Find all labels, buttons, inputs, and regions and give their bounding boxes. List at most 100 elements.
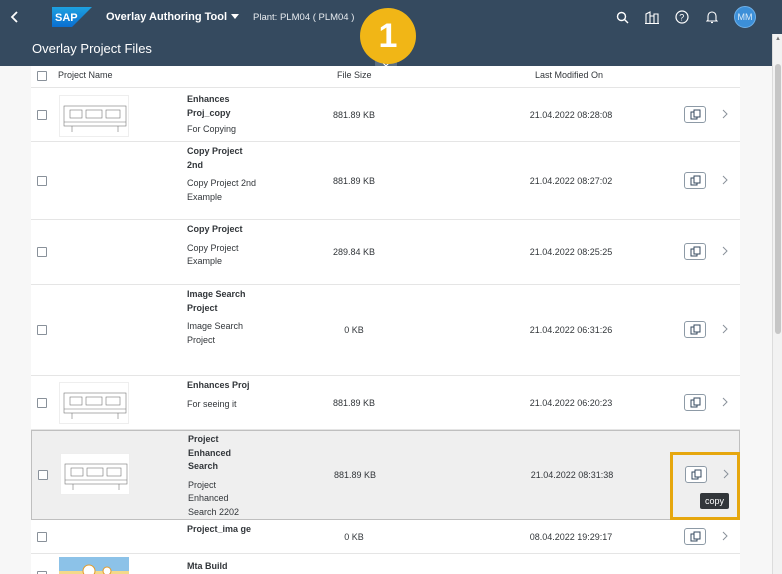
project-name-cell: Project Enhanced Search Project Enhanced…	[188, 433, 258, 519]
back-arrow-icon	[10, 11, 18, 23]
svg-text:?: ?	[679, 13, 684, 23]
last-modified: 21.04.2022 06:20:23	[529, 398, 613, 408]
chevron-right-icon[interactable]	[721, 108, 729, 120]
last-modified: 21.04.2022 08:28:08	[529, 110, 613, 120]
copy-icon	[690, 324, 700, 335]
project-name: Project_ima ge	[187, 524, 252, 534]
copy-icon	[690, 397, 700, 408]
project-name-cell: Image Search Project Image Search Projec…	[187, 288, 257, 347]
copy-button[interactable]	[684, 321, 706, 338]
project-description: Project Enhanced Search 2202	[188, 479, 240, 517]
project-name-cell: Enhances Proj For seeing it	[187, 379, 257, 411]
last-modified: 21.04.2022 06:31:26	[529, 325, 613, 335]
row-checkbox[interactable]	[37, 532, 47, 542]
column-header-name: Project Name	[58, 70, 113, 80]
project-name: Copy Project	[187, 224, 243, 234]
table-row[interactable]: Project Enhanced Search Project Enhanced…	[31, 430, 740, 520]
table-row[interactable]: Project_ima ge 0 KB 08.04.2022 19:29:17	[31, 520, 740, 554]
project-name: Enhances Proj	[187, 380, 250, 390]
copy-button[interactable]	[684, 528, 706, 545]
app-title: Overlay Authoring Tool	[106, 11, 228, 23]
back-button[interactable]	[0, 0, 30, 34]
last-modified: 08.04.2022 19:29:17	[529, 532, 613, 542]
chevron-right-icon[interactable]	[721, 245, 729, 257]
svg-text:SAP: SAP	[55, 12, 78, 24]
vertical-scrollbar[interactable]: ▲	[772, 34, 782, 574]
last-modified: 21.04.2022 08:31:38	[530, 470, 614, 480]
file-size: 289.84 KB	[332, 247, 376, 257]
project-description: Copy Project Example	[187, 242, 239, 267]
project-name: Copy Project 2nd	[187, 146, 243, 170]
chevron-right-icon[interactable]	[721, 530, 729, 542]
project-table: Project Name File Size Last Modified On …	[31, 66, 740, 574]
project-thumbnail	[60, 453, 130, 495]
copy-button[interactable]	[684, 243, 706, 260]
table-row[interactable]: Enhances Proj For seeing it 881.89 KB 21…	[31, 376, 740, 430]
row-checkbox[interactable]	[37, 110, 47, 120]
project-name-cell: Copy Project 2nd Copy Project 2nd Exampl…	[187, 145, 257, 204]
row-checkbox[interactable]	[37, 176, 47, 186]
chevron-right-icon[interactable]	[721, 174, 729, 186]
scroll-thumb[interactable]	[775, 64, 781, 334]
project-description: For Copying	[187, 124, 237, 134]
copy-button[interactable]	[684, 172, 706, 189]
last-modified: 21.04.2022 08:25:25	[529, 247, 613, 257]
bell-icon[interactable]	[704, 9, 720, 25]
scroll-up-icon[interactable]: ▲	[775, 36, 781, 42]
file-size: 881.89 KB	[333, 470, 377, 480]
app-title-menu[interactable]: Overlay Authoring Tool	[106, 11, 240, 23]
project-thumbnail	[59, 382, 129, 424]
row-checkbox[interactable]	[37, 398, 47, 408]
project-name: Mta Build	[187, 561, 228, 571]
copy-button[interactable]	[684, 106, 706, 123]
row-checkbox[interactable]	[37, 325, 47, 335]
column-header-size: File Size	[337, 70, 372, 80]
copy-button[interactable]	[684, 394, 706, 411]
table-row[interactable]: Enhances Proj_copy For Copying 881.89 KB…	[31, 88, 740, 142]
row-checkbox[interactable]	[38, 470, 48, 480]
project-description: For seeing it	[187, 398, 237, 409]
building-icon[interactable]	[644, 9, 660, 25]
column-header-modified: Last Modified On	[535, 70, 604, 80]
table-row[interactable]: Copy Project 2nd Copy Project 2nd Exampl…	[31, 142, 740, 220]
chevron-right-icon[interactable]	[721, 396, 729, 408]
project-name: Project Enhanced Search	[188, 434, 232, 471]
file-size: 881.89 KB	[332, 176, 376, 186]
search-icon[interactable]	[614, 9, 630, 25]
project-name-cell: Enhances Proj_copy For Copying	[187, 93, 257, 137]
project-thumbnail	[59, 95, 129, 137]
select-all-checkbox[interactable]	[37, 71, 47, 81]
copy-icon	[690, 246, 700, 257]
page-title: Overlay Project Files	[32, 41, 152, 56]
project-name-cell: Project_ima ge	[187, 523, 257, 537]
project-name-cell: Mta Build	[187, 560, 257, 574]
content-area: Project Name File Size Last Modified On …	[0, 66, 772, 574]
project-thumbnail	[59, 557, 129, 574]
copy-icon	[690, 531, 700, 542]
file-size: 881.89 KB	[332, 110, 376, 120]
row-checkbox[interactable]	[37, 247, 47, 257]
caret-down-icon	[231, 14, 240, 19]
plant-label: Plant: PLM04 ( PLM04 )	[253, 11, 355, 23]
help-icon[interactable]: ?	[674, 9, 690, 25]
chevron-right-icon[interactable]	[721, 323, 729, 335]
copy-icon	[690, 109, 700, 120]
project-name: Enhances Proj_copy	[187, 94, 231, 118]
highlight-frame	[670, 452, 740, 520]
file-size: 0 KB	[344, 532, 364, 542]
avatar[interactable]: MM	[734, 6, 756, 28]
copy-icon	[690, 175, 700, 186]
table-header: Project Name File Size Last Modified On	[31, 66, 740, 88]
project-name: Image Search Project	[187, 289, 246, 313]
project-description: Copy Project 2nd Example	[187, 178, 257, 202]
table-row[interactable]: Image Search Project Image Search Projec…	[31, 285, 740, 376]
step-number-badge: 1	[360, 8, 416, 64]
project-description: Image Search Project	[187, 321, 244, 345]
table-row[interactable]: Mta Build	[31, 554, 740, 574]
table-row[interactable]: Copy Project Copy Project Example 289.84…	[31, 220, 740, 285]
last-modified: 21.04.2022 08:27:02	[529, 176, 613, 186]
sap-logo[interactable]: SAP	[52, 7, 92, 27]
file-size: 881.89 KB	[332, 398, 376, 408]
project-name-cell: Copy Project Copy Project Example	[187, 223, 257, 269]
file-size: 0 KB	[344, 325, 364, 335]
